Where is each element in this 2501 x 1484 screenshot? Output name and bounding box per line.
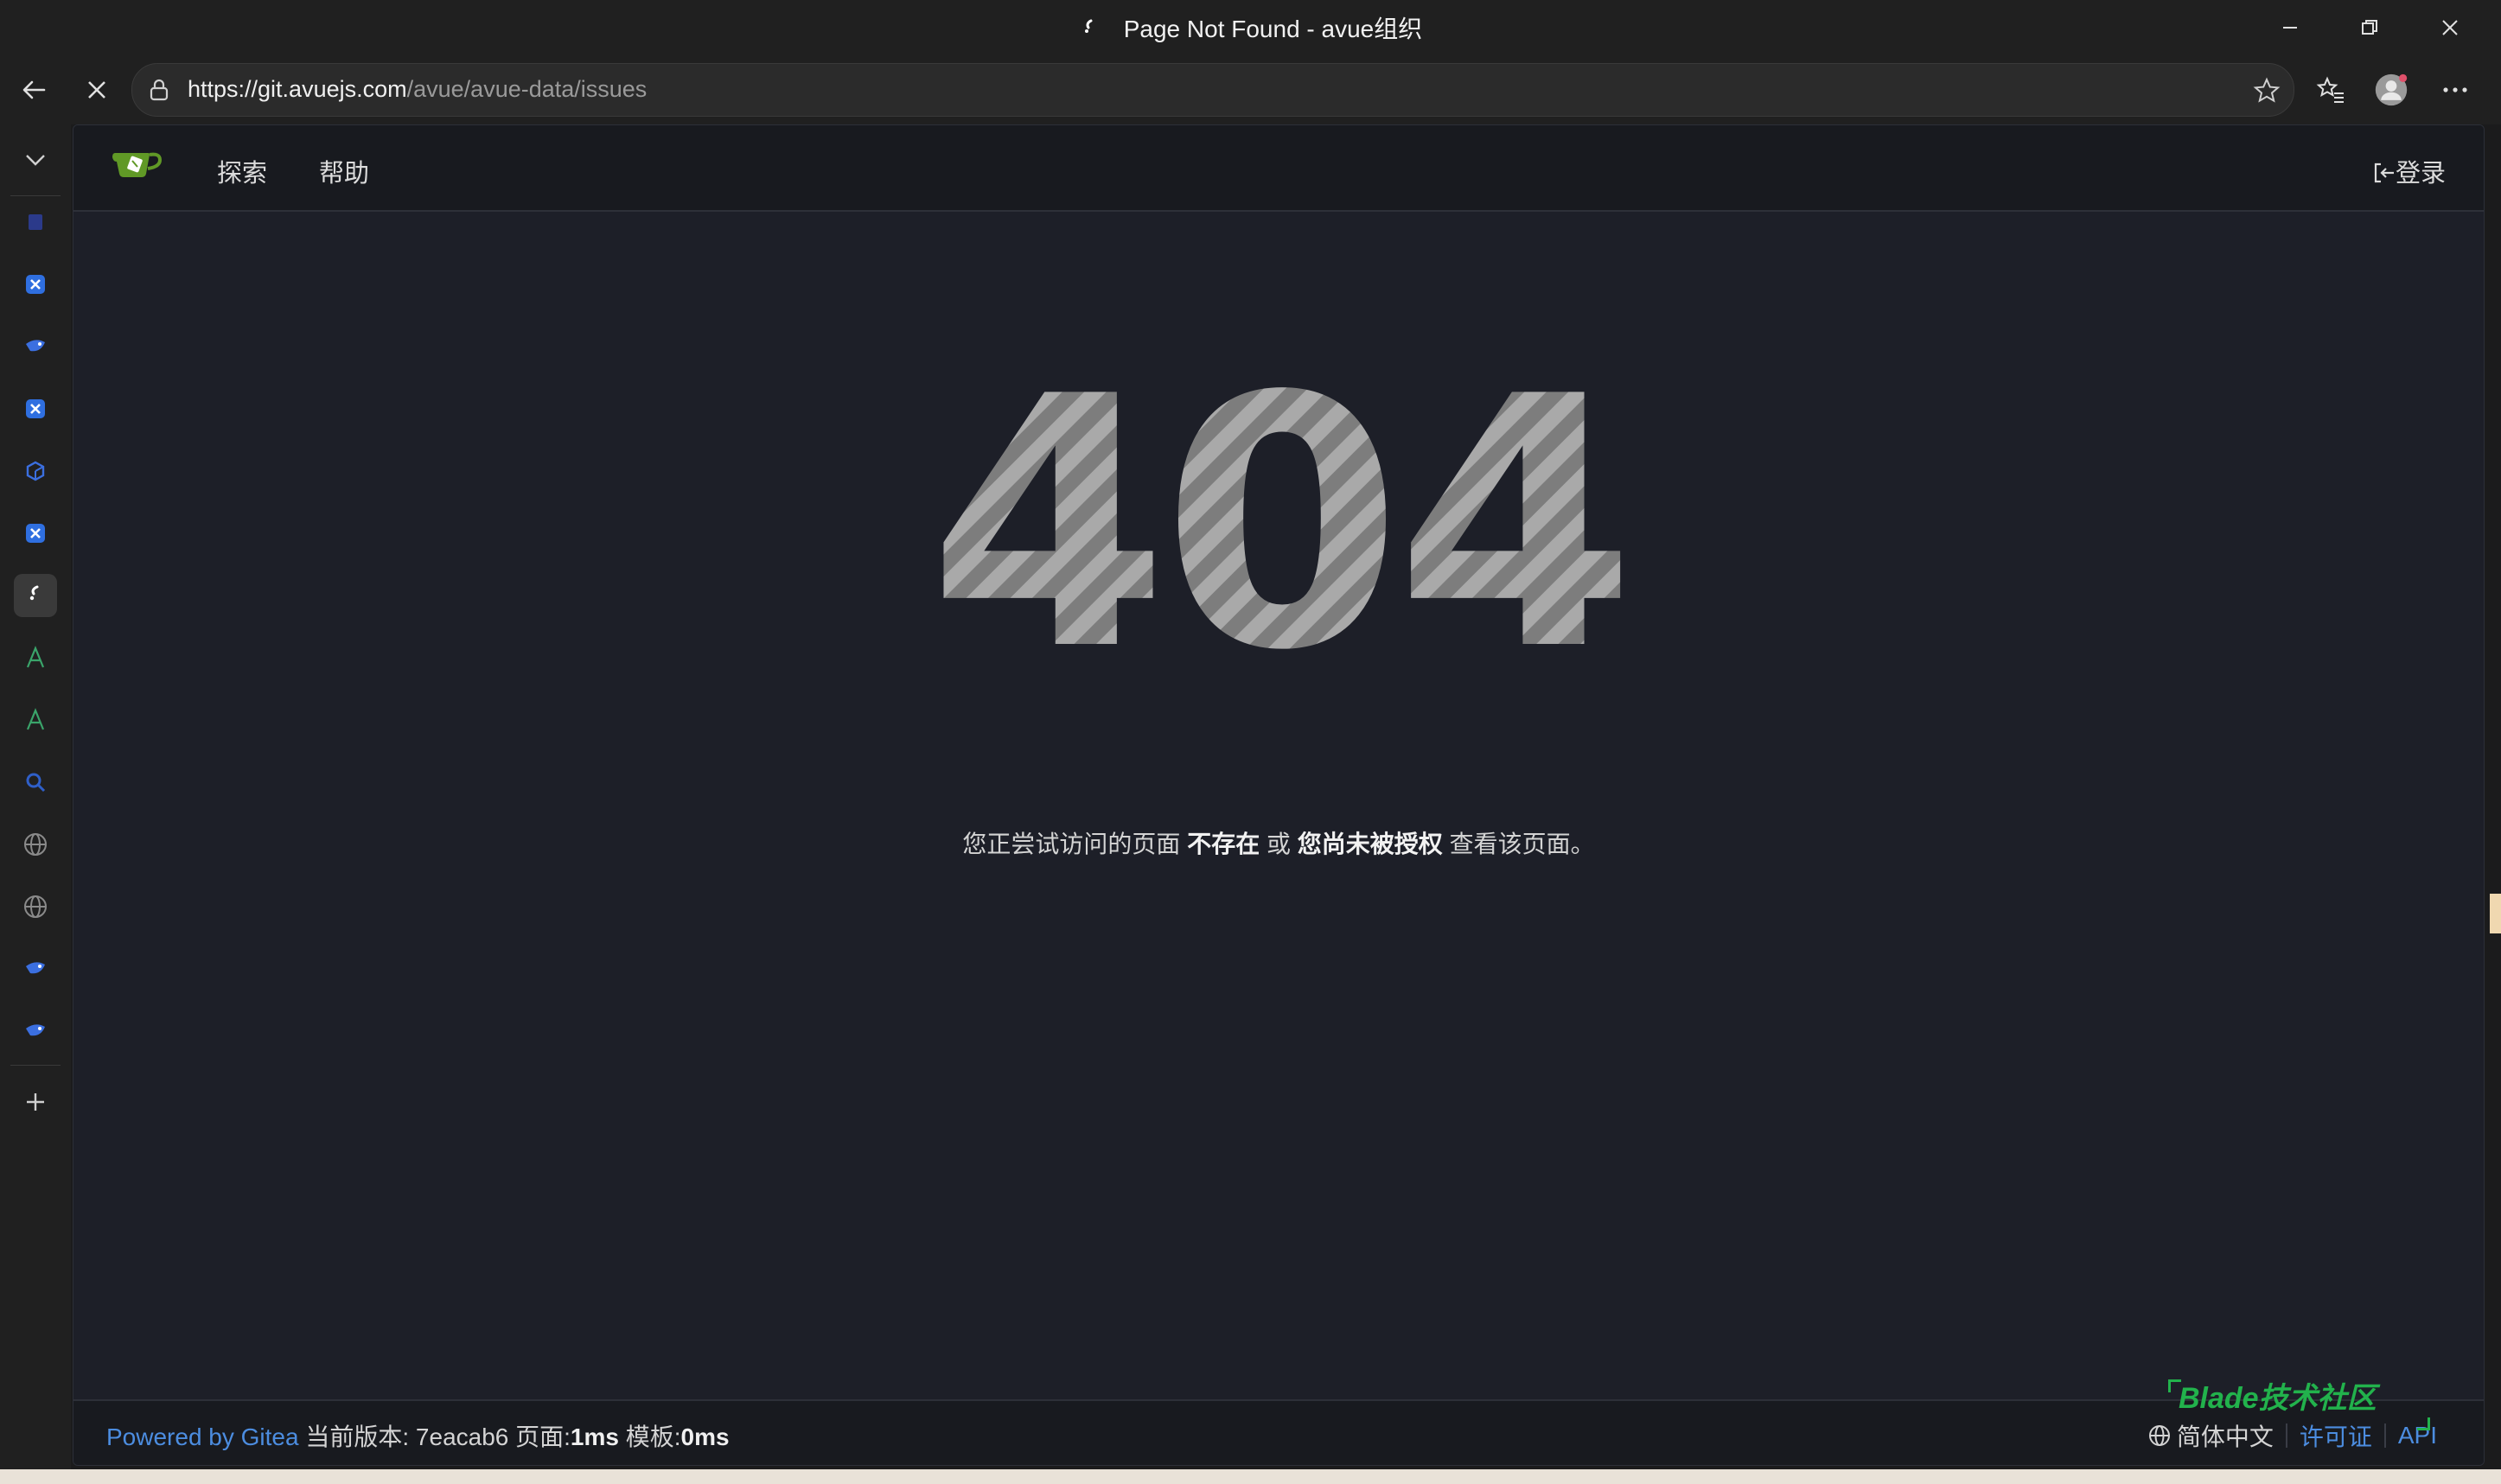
tab-9[interactable] xyxy=(14,698,57,742)
letter-a-icon xyxy=(26,708,45,730)
tab-3[interactable] xyxy=(14,325,57,368)
gitea-favicon-icon xyxy=(29,585,39,601)
tab-11[interactable] xyxy=(14,823,57,866)
footer-divider xyxy=(2383,1423,2386,1448)
page-footer: Powered by Gitea 当前版本: 7eacab6 页面:1ms 模板… xyxy=(73,1399,2484,1465)
login-link[interactable]: 登录 xyxy=(2373,153,2446,189)
bird-icon xyxy=(26,1024,45,1036)
tab-6[interactable] xyxy=(14,512,57,555)
language-selector[interactable]: 简体中文 xyxy=(2147,1418,2274,1453)
tab-12[interactable] xyxy=(14,885,57,928)
bird-icon xyxy=(26,340,45,352)
error-message: 您正尝试访问的页面 不存在 或 您尚未被授权 查看该页面。 xyxy=(962,831,1595,857)
favorite-star-icon[interactable] xyxy=(2252,76,2281,105)
tab-13[interactable] xyxy=(14,947,57,990)
error-404-graphic: 404 xyxy=(928,324,1636,726)
lock-icon[interactable] xyxy=(148,78,170,102)
watermark-text: Blade技术社区 xyxy=(2179,1382,2377,1415)
close-window-button[interactable] xyxy=(2431,9,2469,47)
minimize-button[interactable] xyxy=(2271,9,2309,47)
vertical-tabs-rail xyxy=(0,124,71,1476)
cube-icon xyxy=(26,461,45,481)
edge-accent xyxy=(2490,894,2501,933)
bird-icon xyxy=(26,962,45,974)
sign-in-icon xyxy=(2374,162,2394,183)
app-icon xyxy=(26,275,45,294)
more-menu-icon[interactable] xyxy=(2438,73,2472,107)
footer-links: 简体中文 许可证 API xyxy=(2147,1418,2437,1453)
tab-10[interactable] xyxy=(14,761,57,804)
page-viewport: 探索 帮助 登录 404 您正尝试访问的页面 不存在 或 您尚未被授权 查看该页… xyxy=(73,124,2485,1466)
powered-by-gitea-link[interactable]: Powered by Gitea xyxy=(106,1423,299,1450)
back-button[interactable] xyxy=(17,73,52,107)
profile-avatar[interactable] xyxy=(2374,73,2408,107)
window-title: Page Not Found - avue组织 xyxy=(0,10,2501,45)
license-link[interactable]: 许可证 xyxy=(2300,1418,2372,1453)
stop-loading-button[interactable] xyxy=(80,73,114,107)
new-tab-button[interactable] xyxy=(14,1080,57,1124)
tab-1[interactable] xyxy=(14,201,57,244)
footer-info: Powered by Gitea 当前版本: 7eacab6 页面:1ms 模板… xyxy=(106,1423,730,1450)
globe-icon xyxy=(24,833,47,856)
gitea-logo-icon[interactable] xyxy=(112,146,163,182)
favorites-button[interactable] xyxy=(2313,73,2348,107)
address-bar-row: https://git.avuejs.com/avue/avue-data/is… xyxy=(0,55,2501,124)
gitea-navbar: 探索 帮助 登录 xyxy=(73,125,2484,212)
nav-help-link[interactable]: 帮助 xyxy=(319,153,369,189)
rail-divider xyxy=(10,1065,61,1066)
globe-icon xyxy=(2148,1425,2170,1446)
nav-explore-link[interactable]: 探索 xyxy=(217,153,267,189)
rail-divider xyxy=(10,195,61,196)
url-bar[interactable]: https://git.avuejs.com/avue/avue-data/is… xyxy=(131,63,2294,117)
footer-divider xyxy=(2285,1423,2287,1448)
url-text[interactable]: https://git.avuejs.com/avue/avue-data/is… xyxy=(188,76,647,103)
plus-icon xyxy=(27,1093,44,1111)
taskbar-edge xyxy=(0,1469,2501,1484)
letter-a-icon xyxy=(26,646,45,668)
error-code: 404 xyxy=(73,324,2484,726)
tab-14[interactable] xyxy=(14,1010,57,1053)
tab-5[interactable] xyxy=(14,449,57,493)
tab-7-active[interactable] xyxy=(14,574,57,617)
collapse-tabs-chevron-icon[interactable] xyxy=(14,138,57,182)
search-icon xyxy=(26,773,46,793)
tab-8[interactable] xyxy=(14,636,57,679)
app-icon xyxy=(26,524,45,543)
doc-icon xyxy=(29,214,42,230)
window-titlebar: Page Not Found - avue组织 xyxy=(0,0,2501,55)
restore-button[interactable] xyxy=(2351,9,2389,47)
tab-4[interactable] xyxy=(14,387,57,430)
app-icon xyxy=(26,399,45,418)
gitea-favicon-icon xyxy=(1084,19,1093,33)
watermark-corner xyxy=(2417,1417,2430,1430)
globe-icon xyxy=(24,895,47,918)
tab-2[interactable] xyxy=(14,263,57,306)
error-code-text: 404 xyxy=(933,367,1624,678)
